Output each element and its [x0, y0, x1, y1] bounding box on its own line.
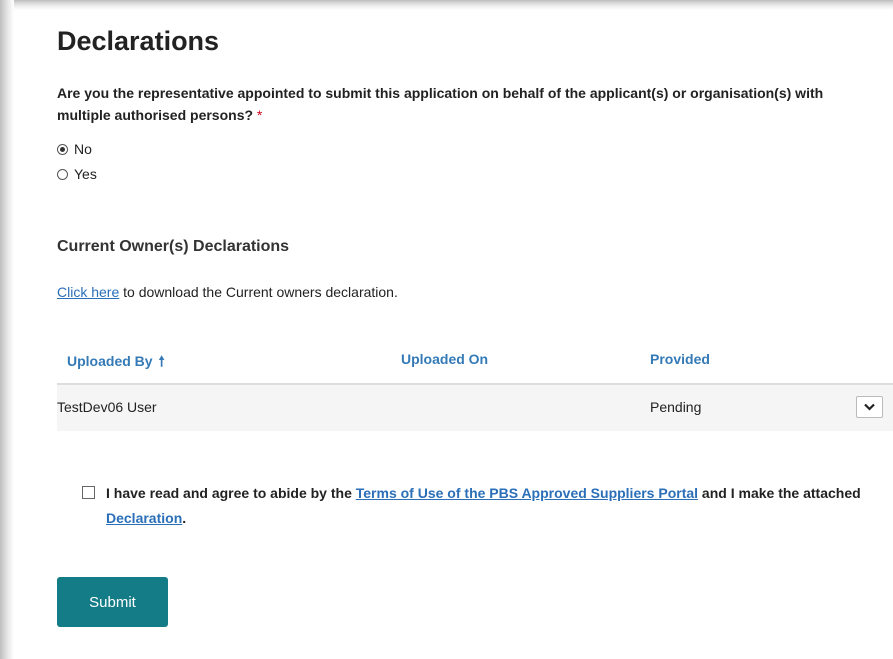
- cell-provided: Pending: [650, 399, 702, 415]
- table-row: TestDev06 User Pending: [57, 385, 893, 431]
- radio-yes[interactable]: [57, 168, 68, 180]
- column-header-provided[interactable]: Provided: [650, 351, 710, 367]
- row-expand-button[interactable]: [856, 396, 883, 418]
- agreement-text-middle: and I make the attached: [698, 485, 861, 501]
- radio-option-yes[interactable]: Yes: [57, 165, 97, 183]
- download-text: to download the Current owners declarati…: [119, 284, 398, 300]
- required-marker: *: [256, 107, 263, 123]
- table-header: Uploaded By 🠕 Uploaded On Provided: [57, 335, 893, 385]
- download-instruction: Click here to download the Current owner…: [57, 284, 398, 300]
- chevron-down-icon: [864, 403, 875, 411]
- representative-question: Are you the representative appointed to …: [57, 82, 857, 126]
- terms-link[interactable]: Terms of Use of the PBS Approved Supplie…: [356, 485, 698, 501]
- window-shadow-top: [0, 0, 893, 10]
- download-link[interactable]: Click here: [57, 284, 119, 300]
- column-header-uploaded-on[interactable]: Uploaded On: [401, 351, 488, 367]
- agreement-text-before: I have read and agree to abide by the: [106, 485, 356, 501]
- radio-label-yes: Yes: [74, 166, 97, 182]
- radio-no[interactable]: [57, 143, 68, 155]
- agreement-text-after: .: [182, 510, 187, 526]
- terms-agreement: I have read and agree to abide by the Te…: [82, 481, 872, 531]
- declarations-table: Uploaded By 🠕 Uploaded On Provided TestDe…: [57, 335, 893, 431]
- column-header-label: Uploaded By: [67, 353, 153, 369]
- radio-label-no: No: [74, 141, 92, 157]
- cell-uploaded-by: TestDev06 User: [57, 399, 157, 415]
- agreement-text: I have read and agree to abide by the Te…: [106, 481, 872, 531]
- column-header-uploaded-by[interactable]: Uploaded By 🠕: [67, 351, 165, 375]
- submit-button[interactable]: Submit: [57, 577, 168, 627]
- agree-checkbox[interactable]: [82, 486, 95, 499]
- declaration-link[interactable]: Declaration: [106, 510, 182, 526]
- arrow-up-icon: 🠕: [158, 353, 165, 369]
- page: Declarations Are you the representative …: [0, 0, 893, 659]
- question-text: Are you the representative appointed to …: [57, 85, 824, 123]
- window-shadow-left: [0, 0, 14, 659]
- page-title: Declarations: [57, 26, 220, 56]
- radio-option-no[interactable]: No: [57, 140, 92, 158]
- owners-section-title: Current Owner(s) Declarations: [57, 238, 290, 255]
